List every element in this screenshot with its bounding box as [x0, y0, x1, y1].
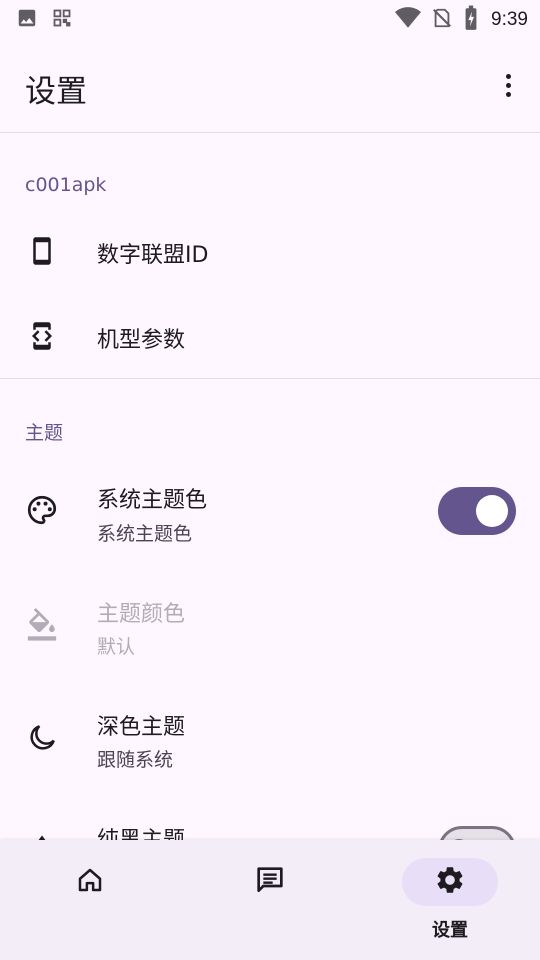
- more-options-button[interactable]: [494, 69, 522, 101]
- wifi-icon: [395, 7, 422, 33]
- settings-item-theme-color[interactable]: 主题颜色 默认: [0, 582, 540, 672]
- settings-item-device-params[interactable]: 机型参数: [0, 294, 540, 378]
- item-title: 机型参数: [97, 328, 186, 353]
- item-title: 主题颜色: [97, 602, 186, 627]
- no-sim-icon: [431, 6, 453, 34]
- message-icon: [254, 864, 286, 900]
- section-header-c001apk: c001apk: [25, 174, 107, 196]
- battery-charging-icon: [463, 5, 479, 35]
- nav-indicator: [222, 858, 318, 906]
- home-icon: [75, 865, 105, 899]
- system-theme-color-switch[interactable]: [438, 487, 516, 535]
- top-app-bar: 设置: [0, 36, 540, 132]
- nav-item-settings[interactable]: 设置: [360, 840, 540, 960]
- developer-mode-icon: [24, 318, 60, 354]
- palette-icon: [24, 492, 60, 528]
- divider: [0, 378, 540, 379]
- switch-thumb: [476, 495, 508, 527]
- item-subtitle: 默认: [97, 636, 136, 658]
- nav-item-messages[interactable]: [180, 840, 360, 960]
- bottom-navigation-bar: 设置: [0, 840, 540, 960]
- section-header-theme: 主题: [25, 422, 64, 444]
- settings-item-dark-theme[interactable]: 深色主题 跟随系统: [0, 696, 540, 786]
- settings-item-digital-union-id[interactable]: 数字联盟ID: [0, 208, 540, 294]
- nav-indicator: [42, 858, 138, 906]
- format-color-fill-icon: [24, 607, 60, 643]
- nav-item-home[interactable]: [0, 840, 180, 960]
- more-vert-icon: [505, 73, 511, 79]
- clock: 9:39: [491, 9, 528, 30]
- divider: [0, 132, 540, 133]
- settings-icon: [434, 864, 466, 900]
- settings-item-system-theme-color[interactable]: 系统主题色 系统主题色: [0, 470, 540, 560]
- item-subtitle: 系统主题色: [97, 523, 193, 545]
- dark-mode-icon: [24, 720, 60, 756]
- item-subtitle: 跟随系统: [97, 749, 174, 771]
- item-title: 系统主题色: [97, 488, 208, 513]
- item-title: 数字联盟ID: [97, 243, 209, 268]
- nav-label: 设置: [432, 920, 468, 941]
- phone-icon: [24, 233, 60, 269]
- image-notification-icon: [16, 7, 38, 33]
- page-title: 设置: [25, 74, 87, 110]
- status-bar: 9:39: [0, 0, 540, 36]
- apps-notification-icon: [52, 8, 72, 32]
- item-title: 深色主题: [97, 715, 186, 740]
- nav-indicator-active: [402, 858, 498, 906]
